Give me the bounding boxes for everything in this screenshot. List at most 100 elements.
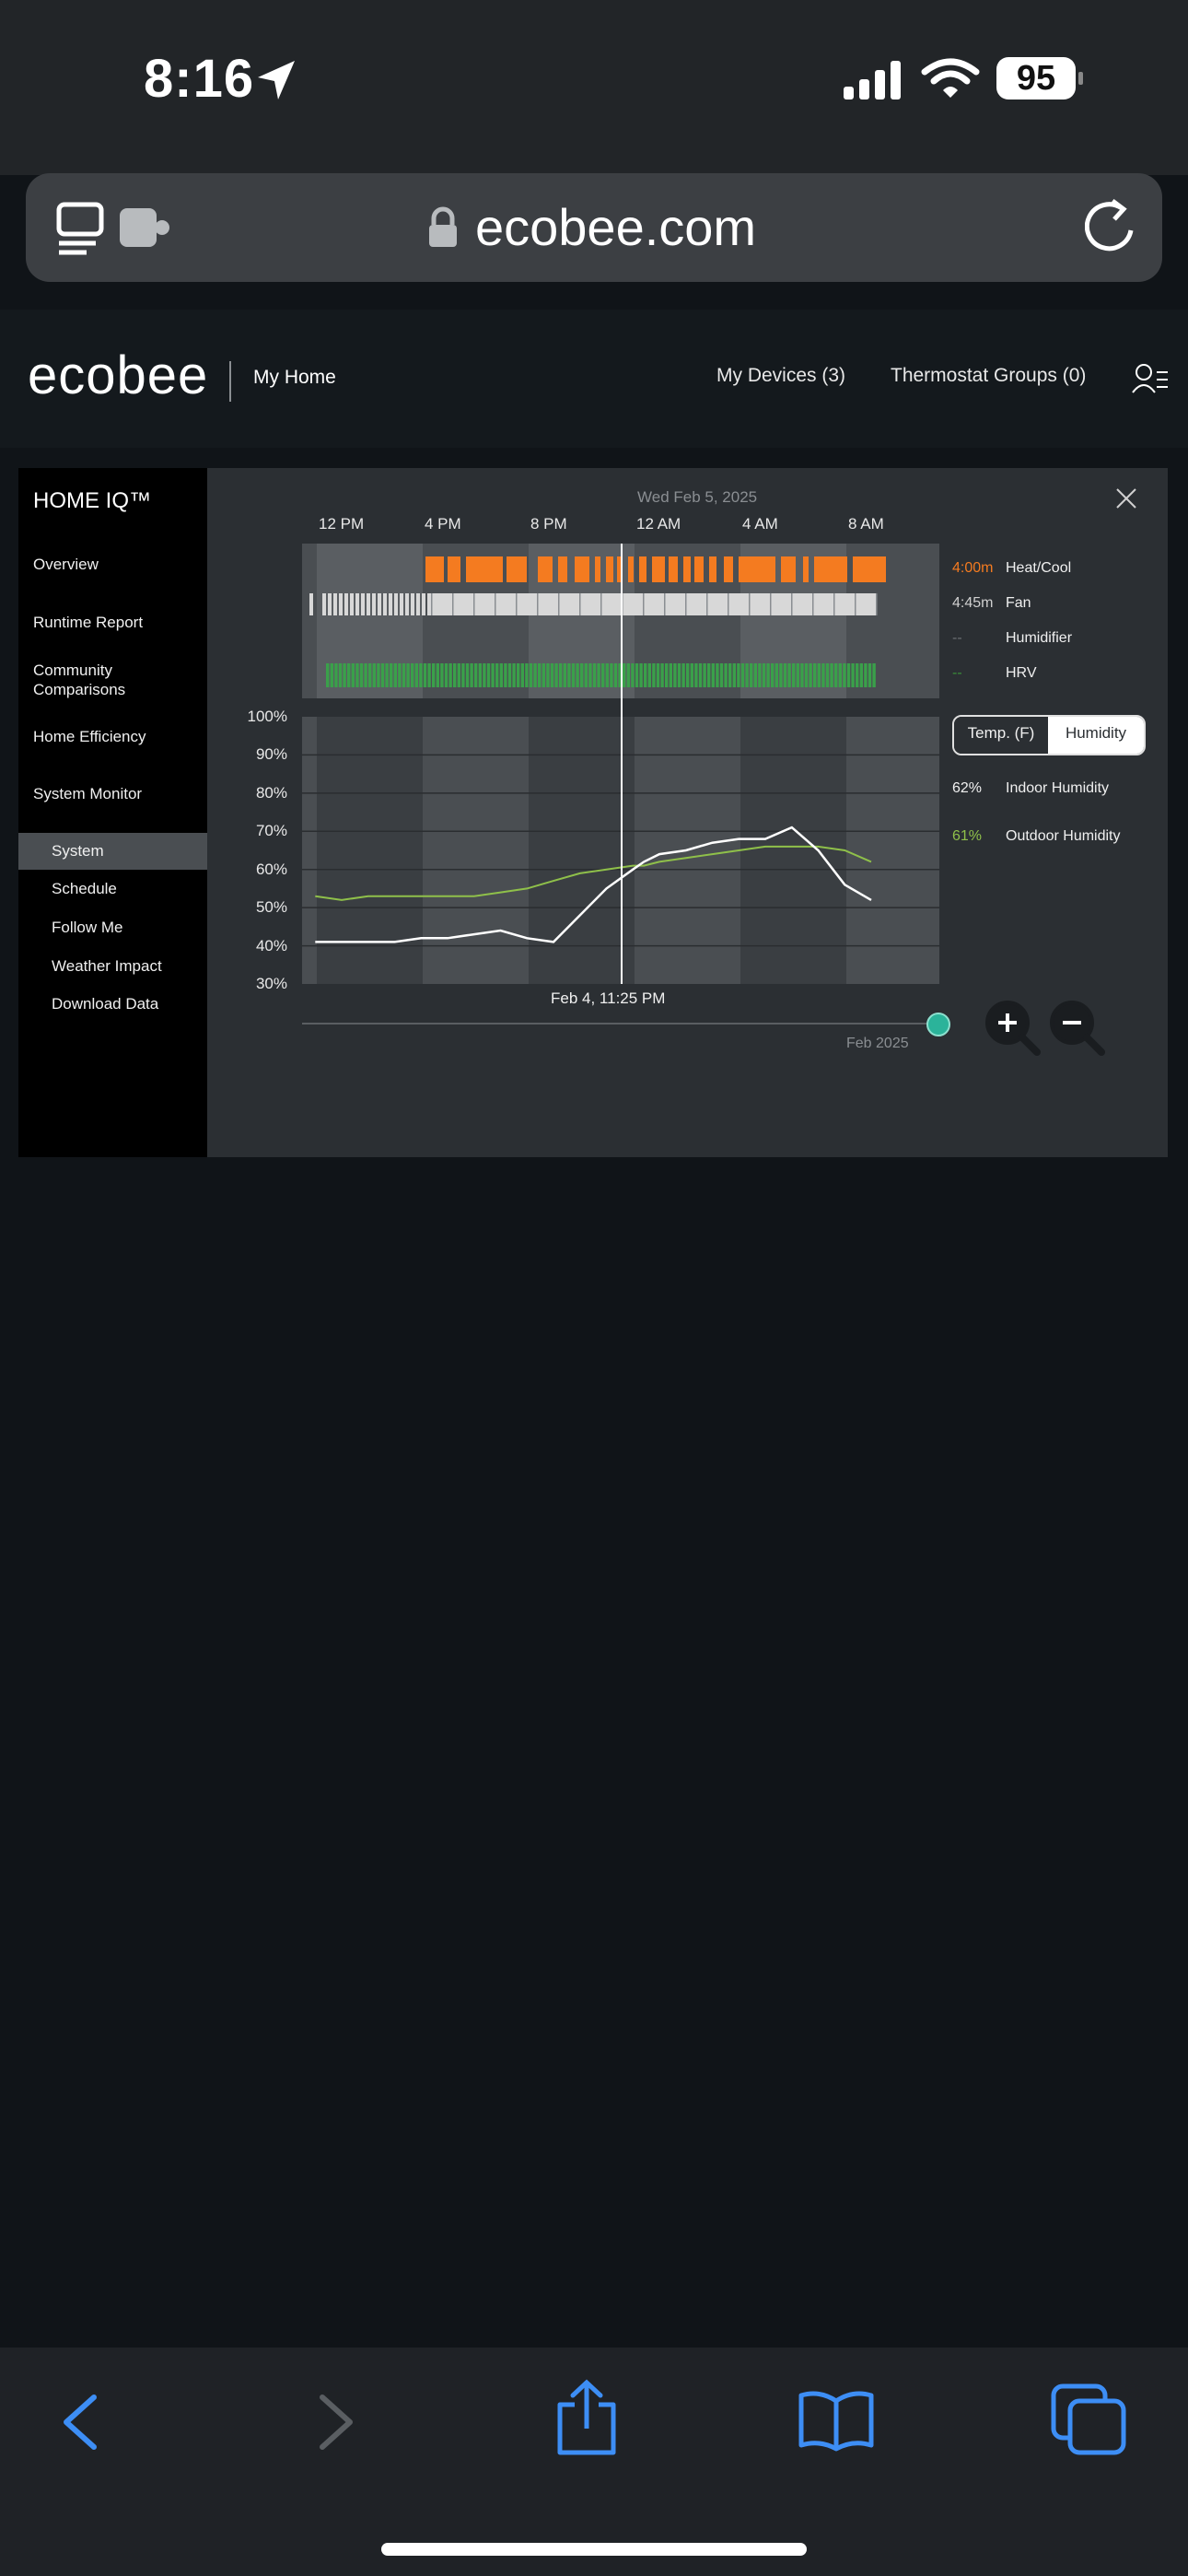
fan-bar-gap [749, 593, 751, 615]
legend-label: Fan [1006, 595, 1031, 611]
hrv-bar [478, 663, 482, 687]
hrv-bar [393, 663, 397, 687]
hrv-bar [783, 663, 787, 687]
heat-cool-bar [739, 556, 775, 582]
thermostat-groups-link[interactable]: Thermostat Groups (0) [891, 365, 1086, 387]
sidebar-item-community-comparisons-line2[interactable]: Comparisons [33, 680, 125, 699]
home-name[interactable]: My Home [253, 367, 336, 389]
sidebar-item-home-efficiency[interactable]: Home Efficiency [33, 727, 146, 746]
ecobee-logo[interactable]: ecobee [28, 345, 208, 406]
fan-bar-gap [855, 593, 856, 615]
hrv-bar [673, 663, 677, 687]
sidebar-item-system-monitor[interactable]: System Monitor [33, 784, 142, 803]
forward-icon[interactable] [313, 2392, 359, 2453]
hrv-bar [771, 663, 775, 687]
hrv-bar [821, 663, 825, 687]
sidebar-sub-follow-me[interactable]: Follow Me [52, 919, 122, 937]
account-menu-icon[interactable] [1131, 363, 1170, 396]
my-devices-link[interactable]: My Devices (3) [716, 365, 845, 387]
sidebar-sub-weather-impact[interactable]: Weather Impact [52, 957, 162, 976]
hrv-bar [758, 663, 762, 687]
hrv-bar [597, 663, 600, 687]
timeline-scrubber-track[interactable] [302, 1023, 938, 1025]
hrv-bar [520, 663, 524, 687]
sidebar-item-runtime-report[interactable]: Runtime Report [33, 613, 143, 632]
hrv-bar [364, 663, 367, 687]
hrv-bar [724, 663, 728, 687]
zoom-in-icon[interactable] [984, 999, 1041, 1056]
hrv-bar [864, 663, 868, 687]
sidebar-sub-schedule[interactable]: Schedule [52, 880, 117, 898]
hrv-bar [440, 663, 444, 687]
heat-cool-bar [814, 556, 847, 582]
close-icon[interactable] [1114, 486, 1138, 510]
fan-bar-gap [516, 593, 518, 615]
hrv-bar [792, 663, 796, 687]
reload-icon[interactable] [1085, 197, 1136, 256]
hrv-bar [787, 663, 791, 687]
tabs-icon[interactable] [1050, 2383, 1127, 2456]
hrv-bar [567, 663, 571, 687]
fan-bar [411, 593, 414, 615]
bookmarks-icon[interactable] [798, 2388, 875, 2453]
hrv-bar [554, 663, 558, 687]
hrv-bar [334, 663, 338, 687]
hrv-bar [533, 663, 537, 687]
humidity-toggle-button[interactable]: Humidity [1048, 717, 1144, 754]
sidebar-item-community-comparisons[interactable]: Community [33, 661, 112, 680]
hrv-bar [750, 663, 753, 687]
hrv-bar [737, 663, 740, 687]
heat-cool-bar [575, 556, 589, 582]
fan-bar [394, 593, 398, 615]
time-cursor[interactable] [621, 544, 623, 984]
y-tick: 70% [255, 822, 287, 840]
hrv-bar [338, 663, 343, 687]
back-icon[interactable] [57, 2392, 103, 2453]
extension-icon[interactable] [118, 205, 171, 251]
fan-bar-gap [537, 593, 539, 615]
hrv-bar [716, 663, 719, 687]
hrv-bar [665, 663, 669, 687]
heat-cool-bar [507, 556, 527, 582]
timeline-scrubber-handle[interactable] [926, 1013, 950, 1036]
fan-bar [400, 593, 403, 615]
hrv-bar [499, 663, 503, 687]
hrv-bar [377, 663, 380, 687]
hrv-bar [448, 663, 452, 687]
fan-bar-gap [600, 593, 602, 615]
fan-bar [350, 593, 354, 615]
hrv-bar [470, 663, 473, 687]
time-tick: 8 PM [530, 515, 567, 533]
fan-bar-gap [558, 593, 560, 615]
sidebar-sub-download-data[interactable]: Download Data [52, 995, 158, 1013]
y-tick: 60% [255, 860, 287, 878]
sidebar-sub-system[interactable]: System [52, 842, 104, 861]
hrv-bar [390, 663, 393, 687]
hrv-bar [800, 663, 804, 687]
hrv-bar [753, 663, 757, 687]
heat-cool-bar [538, 556, 553, 582]
heat-cool-bar [652, 556, 665, 582]
hrv-bar [495, 663, 499, 687]
reader-mode-icon[interactable] [55, 201, 107, 256]
hrv-bar [427, 663, 431, 687]
hrv-bar [411, 663, 414, 687]
fan-bar [339, 593, 343, 615]
cellular-signal-icon [844, 61, 901, 100]
hrv-bar [809, 663, 812, 687]
temp-toggle-button[interactable]: Temp. (F) [954, 717, 1048, 754]
zoom-out-icon[interactable] [1048, 999, 1105, 1056]
hrv-bar [728, 663, 732, 687]
hrv-bar [707, 663, 711, 687]
share-icon[interactable] [553, 2379, 621, 2458]
hrv-bar [779, 663, 783, 687]
url-text[interactable]: ecobee.com [475, 197, 756, 257]
hrv-bar [406, 663, 410, 687]
fan-bar [344, 593, 348, 615]
fan-bar [372, 593, 376, 615]
fan-bar-gap [473, 593, 475, 615]
hrv-bar [703, 663, 706, 687]
sidebar-item-overview[interactable]: Overview [33, 555, 99, 574]
hrv-bar [766, 663, 770, 687]
hrv-bar [347, 663, 351, 687]
